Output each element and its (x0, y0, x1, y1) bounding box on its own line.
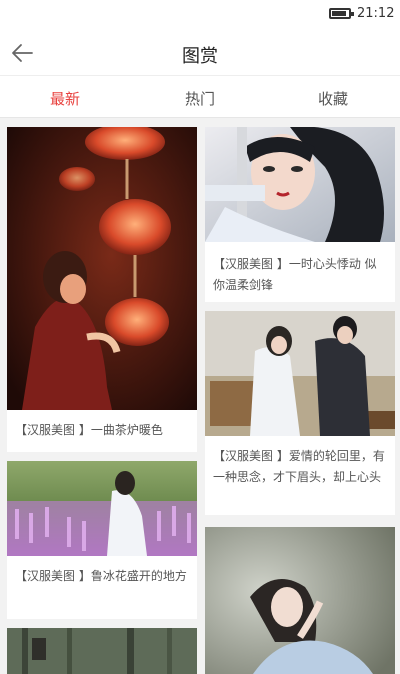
feed-card[interactable]: 【汉服美图 】鲁冰花盛开的地方 (7, 461, 197, 619)
card-photo (205, 311, 395, 436)
card-caption: 【汉服美图 】一时心头悸动 似你温柔剑锋 (213, 257, 377, 292)
card-photo (205, 527, 395, 674)
feed-card[interactable] (205, 527, 395, 674)
card-photo (7, 127, 197, 410)
battery-icon (329, 8, 354, 19)
feed-card[interactable]: 【汉服美图 】一时心头悸动 似你温柔剑锋 (205, 127, 395, 302)
tab-latest[interactable]: 最新 (50, 88, 80, 109)
card-photo (205, 127, 395, 242)
card-photo (7, 461, 197, 556)
status-bar: 21:12 (0, 0, 400, 30)
card-caption: 【汉服美图 】爱情的轮回里，有一种思念，才下眉头，却上心头 (213, 449, 385, 484)
card-caption: 【汉服美图 】鲁冰花盛开的地方 (15, 569, 187, 583)
feed-card[interactable]: 【汉服美图 】一曲茶炉暖色 (7, 127, 197, 452)
app-bar: 图赏 (0, 30, 400, 75)
feed-card[interactable] (7, 628, 197, 674)
tab-popular[interactable]: 热门 (185, 88, 215, 109)
page-title: 图赏 (182, 46, 218, 67)
category-tabs: 最新 热门 收藏 (0, 75, 400, 118)
card-photo (7, 628, 197, 674)
status-time: 21:12 (357, 6, 395, 21)
feed-card[interactable]: 【汉服美图 】爱情的轮回里，有一种思念，才下眉头，却上心头 (205, 311, 395, 515)
tab-favorites[interactable]: 收藏 (318, 88, 348, 109)
card-caption: 【汉服美图 】一曲茶炉暖色 (15, 423, 163, 437)
image-feed: 【汉服美图 】一曲茶炉暖色 【汉服美图 】一时心头悸动 似你温柔剑锋 【汉服美图… (0, 118, 400, 674)
